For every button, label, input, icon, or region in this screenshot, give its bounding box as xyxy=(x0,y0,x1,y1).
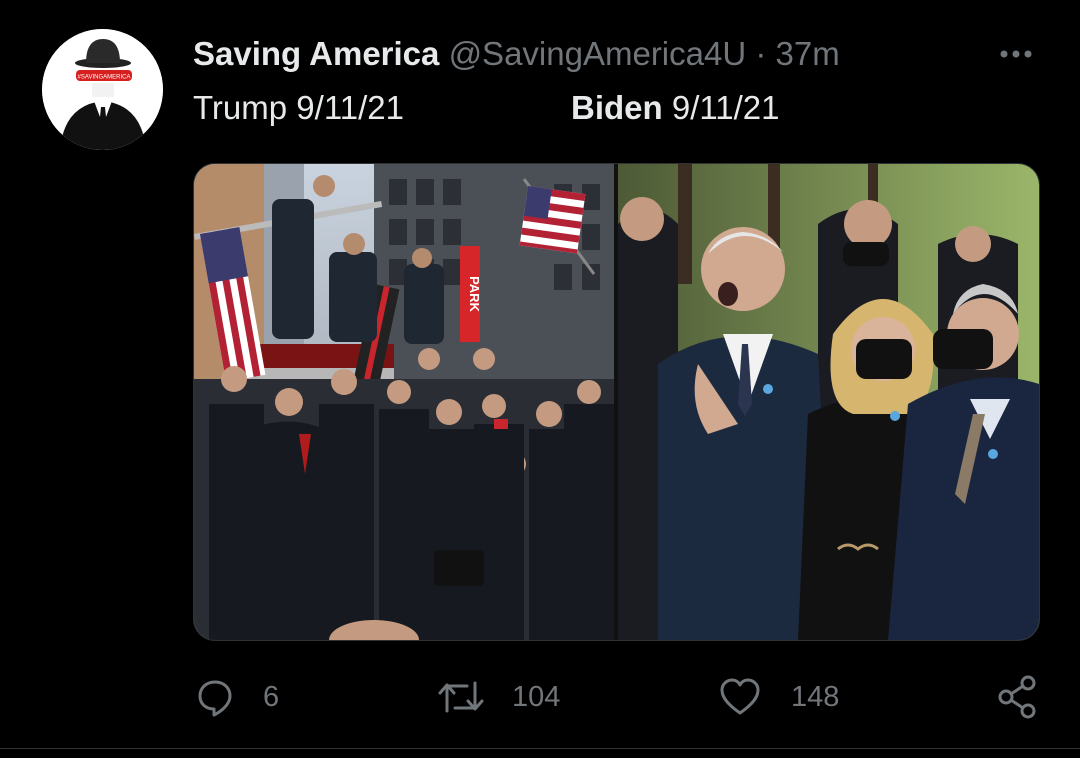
user-handle[interactable]: @SavingAmerica4U xyxy=(449,35,747,72)
caption-left-name: Trump xyxy=(193,89,288,126)
reply-icon xyxy=(198,680,232,717)
trump-with-firefighters-photo[interactable]: PARK xyxy=(194,164,614,640)
photo-illustration-right xyxy=(618,164,1039,640)
timestamp[interactable]: 37m xyxy=(776,35,840,72)
heart-icon xyxy=(720,678,760,715)
tweet-media[interactable]: PARK xyxy=(193,163,1040,641)
more-horizontal-icon xyxy=(1000,50,1032,58)
retweet-icon xyxy=(438,681,484,713)
retweet-count: 104 xyxy=(512,680,561,713)
more-options-button[interactable] xyxy=(998,34,1038,74)
separator-dot: · xyxy=(755,35,767,72)
caption-right-date: 9/11/21 xyxy=(671,89,780,126)
bowler-hat-suit-avatar-icon: #SAVINGAMERICA xyxy=(42,29,163,150)
reply-count: 6 xyxy=(263,680,280,713)
biden-at-memorial-photo[interactable] xyxy=(618,164,1039,640)
like-count: 148 xyxy=(791,680,840,713)
photo-illustration-left: PARK xyxy=(194,164,614,640)
caption-left-date: 9/11/21 xyxy=(296,89,404,126)
display-name[interactable]: Saving America xyxy=(193,35,439,72)
tweet-header: Saving America @SavingAmerica4U · 37m xyxy=(193,34,840,74)
park-sign-text: PARK xyxy=(467,276,482,312)
avatar[interactable]: #SAVINGAMERICA xyxy=(42,29,163,150)
share-icon xyxy=(998,675,1036,719)
share-button[interactable] xyxy=(997,672,1037,722)
caption-right: Biden 9/11/21 xyxy=(571,88,780,128)
like-button[interactable]: 148 xyxy=(719,672,839,722)
tweet-divider xyxy=(0,748,1080,749)
tweet-actions: 6 104 148 xyxy=(0,672,1080,722)
avatar-label: #SAVINGAMERICA xyxy=(78,75,131,81)
caption-right-name: Biden xyxy=(571,89,663,126)
reply-button[interactable]: 6 xyxy=(195,672,279,722)
caption-left: Trump 9/11/21 xyxy=(193,88,404,128)
retweet-button[interactable]: 104 xyxy=(437,672,560,722)
